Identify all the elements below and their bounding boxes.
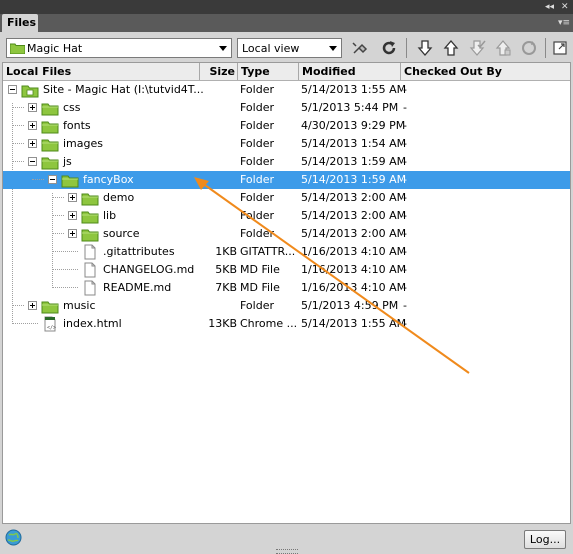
- panel-menu-icon[interactable]: ▾≡: [558, 18, 570, 28]
- view-select[interactable]: Local view: [237, 38, 342, 58]
- checkout-button[interactable]: [466, 37, 488, 59]
- sync-icon: [522, 41, 536, 55]
- checkin-button[interactable]: [492, 37, 514, 59]
- checkin-icon: [495, 40, 511, 56]
- collapse-icon[interactable]: ◂◂: [545, 2, 554, 12]
- tab-files[interactable]: Files: [2, 14, 38, 32]
- site-folder-icon: [10, 43, 25, 54]
- annotation-arrow: [194, 177, 470, 374]
- sync-button[interactable]: [518, 37, 540, 59]
- file-tree: Local Files Size Type Modified Checked O…: [2, 62, 571, 524]
- panel-top-strip: ◂◂ ✕: [0, 0, 573, 14]
- files-panel: ◂◂ ✕ Files ▾≡ Magic Hat Local view Local…: [0, 0, 573, 554]
- refresh-icon: [382, 41, 396, 55]
- chevron-down-icon: [219, 46, 227, 51]
- chevron-down-icon: [329, 46, 337, 51]
- tab-bar: Files ▾≡: [0, 14, 573, 32]
- close-panel-icon[interactable]: ✕: [561, 2, 569, 12]
- site-select[interactable]: Magic Hat: [6, 38, 232, 58]
- globe-icon[interactable]: [5, 529, 22, 546]
- get-button[interactable]: [414, 37, 436, 59]
- status-bar: Log...: [0, 524, 573, 554]
- put-icon: [443, 40, 459, 56]
- put-button[interactable]: [440, 37, 462, 59]
- toolbar-separator: [406, 38, 407, 58]
- site-select-value: Magic Hat: [27, 42, 83, 55]
- toolbar: Magic Hat Local view: [0, 32, 573, 62]
- refresh-button[interactable]: [378, 37, 400, 59]
- toolbar-separator: [545, 38, 546, 58]
- expand-icon: [553, 41, 567, 55]
- log-button[interactable]: Log...: [524, 530, 566, 549]
- connect-icon: [352, 42, 368, 54]
- checkout-icon: [469, 40, 486, 56]
- expand-button[interactable]: [549, 37, 571, 59]
- view-select-value: Local view: [242, 42, 300, 55]
- get-icon: [417, 40, 433, 56]
- resize-grip[interactable]: [276, 549, 298, 554]
- connect-button[interactable]: [349, 37, 371, 59]
